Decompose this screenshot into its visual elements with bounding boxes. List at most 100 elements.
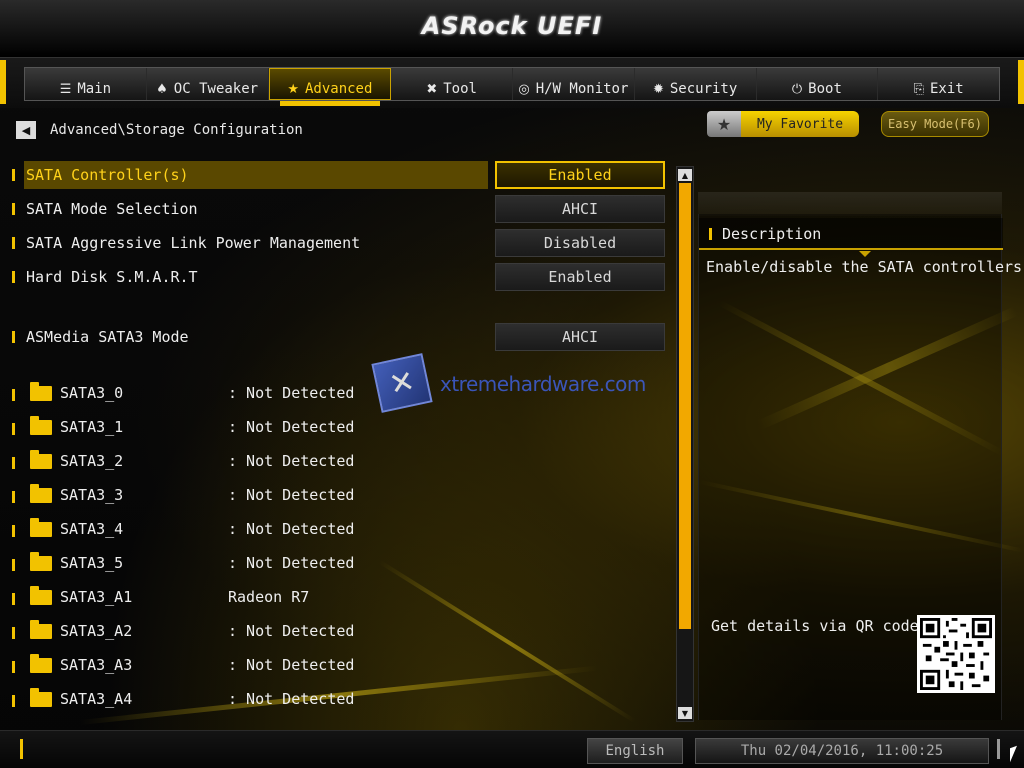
shield-icon: ✹ — [652, 81, 664, 97]
setting-label: SATA Mode Selection — [26, 200, 198, 218]
asrock-uefi-logo: ASRock UEFI — [421, 12, 603, 40]
scroll-up-arrow-icon[interactable]: ▲ — [678, 169, 692, 181]
row-marker — [12, 237, 15, 249]
setting-value-dropdown[interactable]: Enabled — [495, 263, 665, 291]
qr-code-image — [917, 615, 995, 693]
row-marker — [709, 228, 712, 240]
setting-label: SATA Controller(s) — [26, 166, 189, 184]
scroll-thumb[interactable] — [679, 183, 691, 629]
row-marker — [12, 593, 15, 605]
row-marker — [12, 491, 15, 503]
drive-status: : Not Detected — [228, 656, 355, 674]
tab-label: Main — [77, 81, 112, 97]
power-icon: ⏻ — [791, 81, 803, 97]
drive-name: SATA3_1 — [60, 418, 124, 436]
row-marker — [12, 661, 15, 673]
easy-mode-button[interactable]: Easy Mode(F6) — [881, 111, 989, 137]
drive-name: SATA3_A2 — [60, 622, 133, 640]
setting-row-link-power[interactable]: SATA Aggressive Link Power Management Di… — [12, 229, 676, 257]
tab-exit[interactable]: ⎘ Exit — [878, 68, 999, 100]
tab-label: Boot — [808, 81, 842, 97]
description-panel: Description Enable/disable the SATA cont… — [698, 214, 1024, 720]
tab-boot[interactable]: ⏻ Boot — [757, 68, 879, 100]
tab-tool[interactable]: ✖ Tool — [391, 68, 513, 100]
description-header: Description — [699, 218, 1003, 257]
list-icon: ☰ — [59, 81, 72, 97]
settings-scrollbar[interactable]: ▲ ▼ — [676, 166, 694, 722]
datetime-display: Thu 02/04/2016, 11:00:25 — [695, 738, 989, 764]
row-marker — [12, 169, 15, 181]
back-button[interactable]: ◀ — [16, 121, 36, 139]
footer-marker-right — [997, 739, 1000, 759]
tab-main[interactable]: ☰ Main — [25, 68, 147, 100]
row-marker — [12, 389, 15, 401]
nav-tabs: ☰ Main ♠ OC Tweaker ★ Advanced ✖ Tool ◎ H/W M… — [24, 67, 1000, 106]
row-marker — [12, 525, 15, 537]
breadcrumb-path: Advanced\Storage Configuration — [50, 122, 303, 138]
setting-value-dropdown[interactable]: Disabled — [495, 229, 665, 257]
main-nav: ☰ Main ♠ OC Tweaker ★ Advanced ✖ Tool ◎ H/W M… — [0, 58, 1024, 108]
row-marker — [12, 457, 15, 469]
drive-row: SATA3_4: Not Detected — [12, 517, 432, 543]
setting-value-dropdown[interactable]: Enabled — [495, 161, 665, 189]
folder-icon — [30, 518, 52, 537]
setting-label: ASMedia SATA3 Mode — [26, 328, 189, 346]
header-bar: ASRock UEFI — [0, 0, 1024, 58]
scroll-down-arrow-icon[interactable]: ▼ — [678, 707, 692, 719]
tab-oc-tweaker[interactable]: ♠ OC Tweaker — [147, 68, 269, 100]
setting-value-dropdown[interactable]: AHCI — [495, 195, 665, 223]
drive-status: : Not Detected — [228, 418, 355, 436]
breadcrumb: ◀ Advanced\Storage Configuration — [16, 121, 303, 139]
drive-row: SATA3_A1 Radeon R7 — [12, 585, 432, 611]
drive-name: SATA3_A4 — [60, 690, 133, 708]
drive-name: SATA3_A1 — [60, 588, 133, 606]
setting-label: Hard Disk S.M.A.R.T — [26, 268, 198, 286]
description-panel-header-bevel — [698, 192, 1002, 216]
watermark-text: xtremehardware.com — [440, 372, 646, 396]
my-favorite-button[interactable]: My Favorite — [741, 111, 859, 137]
monitor-icon: ◎ — [518, 81, 530, 97]
tab-hw-monitor[interactable]: ◎ H/W Monitor — [513, 68, 635, 100]
row-marker — [12, 271, 15, 283]
drive-status: : Not Detected — [228, 690, 355, 708]
drive-status: : Not Detected — [228, 384, 355, 402]
star-icon: ★ — [287, 81, 299, 97]
setting-row-smart[interactable]: Hard Disk S.M.A.R.T Enabled — [12, 263, 676, 291]
setting-row-sata-controllers[interactable]: SATA Controller(s) Enabled — [12, 161, 676, 189]
setting-label: SATA Aggressive Link Power Management — [26, 234, 361, 252]
tab-label: OC Tweaker — [173, 81, 259, 97]
tab-advanced[interactable]: ★ Advanced — [268, 68, 392, 106]
drive-row: SATA3_3: Not Detected — [12, 483, 432, 509]
tools-icon: ✖ — [426, 81, 438, 97]
description-notch — [859, 251, 871, 257]
drive-status: : Not Detected — [228, 554, 355, 572]
favorite-star-icon[interactable]: ★ — [707, 111, 741, 137]
folder-icon — [30, 450, 52, 469]
drive-row: SATA3_A3: Not Detected — [12, 653, 432, 679]
description-title: Description — [722, 225, 822, 243]
setting-row-asmedia-mode[interactable]: ASMedia SATA3 Mode AHCI — [12, 323, 676, 351]
tab-label: Advanced — [304, 81, 373, 97]
tab-label: Tool — [443, 81, 477, 97]
language-button[interactable]: English — [587, 738, 683, 764]
setting-value-dropdown[interactable]: AHCI — [495, 323, 665, 351]
folder-icon — [30, 654, 52, 673]
folder-icon — [30, 484, 52, 503]
drive-name: SATA3_0 — [60, 384, 124, 402]
drive-name: SATA3_2 — [60, 452, 124, 470]
drive-row: SATA3_A4 : Not Detected — [12, 687, 432, 713]
folder-icon — [30, 416, 52, 435]
drive-status: : Not Detected — [228, 622, 355, 640]
tab-security[interactable]: ✹ Security — [635, 68, 757, 100]
drive-status: : Not Detected — [228, 452, 355, 470]
row-marker — [12, 695, 15, 707]
drive-status: Radeon R7 — [228, 588, 310, 606]
drive-status: : Not Detected — [228, 520, 355, 538]
exit-icon: ⎘ — [913, 81, 924, 97]
description-text: Enable/disable the SATA controllers. — [706, 258, 1024, 276]
setting-row-sata-mode[interactable]: SATA Mode Selection AHCI — [12, 195, 676, 223]
folder-icon — [30, 552, 52, 571]
drive-row: SATA3_A2 : Not Detected — [12, 619, 432, 645]
drive-row: SATA3_1 : Not Detected — [12, 415, 432, 441]
rocket-icon: ♠ — [156, 81, 168, 97]
